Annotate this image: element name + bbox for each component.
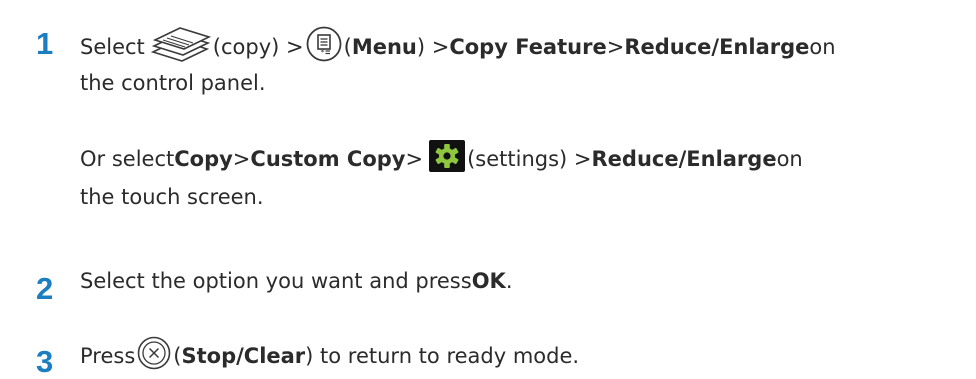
text: Press <box>80 343 136 368</box>
step-1-line-4: the touch screen. <box>80 185 264 209</box>
text: > <box>405 146 424 171</box>
reduce-enlarge-label: Reduce/Enlarge <box>591 146 777 171</box>
ok-label: OK <box>471 269 506 293</box>
step-1-line-2: the control panel. <box>80 71 266 95</box>
copy-feature-label: Copy Feature <box>449 34 607 59</box>
text: the control panel. <box>80 71 266 95</box>
text: ) > <box>416 34 450 59</box>
step-2-line-1: Select the option you want and press OK … <box>80 269 513 293</box>
gear-icon <box>429 140 466 177</box>
text: (copy) > <box>212 34 304 59</box>
text: on <box>776 146 803 171</box>
menu-label: Menu <box>351 34 417 59</box>
step-3-line-1: Press ( Stop/Clear ) to return to ready … <box>80 336 579 375</box>
step-number-3: 3 <box>36 344 54 379</box>
reduce-enlarge-label: Reduce/Enlarge <box>624 34 810 59</box>
text: Select <box>80 34 145 59</box>
custom-copy-label: Custom Copy <box>250 146 406 171</box>
step-1-line-1: Select (copy) > * ( Menu) > Copy Featur… <box>80 25 836 68</box>
text: Select the option you want and press <box>80 269 472 293</box>
copy-label: Copy <box>174 146 233 171</box>
text: ) to return to ready mode. <box>305 343 580 368</box>
copy-icon <box>149 25 211 68</box>
text: . <box>505 269 513 293</box>
text: on <box>809 34 836 59</box>
svg-text:*: * <box>320 48 324 57</box>
stop-clear-label: Stop/Clear <box>181 343 306 368</box>
text: > <box>606 34 625 59</box>
step-1-line-3: Or select Copy > Custom Copy > (settings… <box>80 140 803 177</box>
stop-clear-icon <box>137 336 171 375</box>
text: Or select <box>80 146 175 171</box>
text: ( <box>173 343 182 368</box>
step-number-2: 2 <box>36 271 54 306</box>
step-number-1: 1 <box>36 26 54 61</box>
text: ( <box>343 34 352 59</box>
menu-icon: * <box>306 26 342 67</box>
text: (settings) > <box>467 146 592 171</box>
text: the touch screen. <box>80 185 264 209</box>
text: > <box>232 146 251 171</box>
